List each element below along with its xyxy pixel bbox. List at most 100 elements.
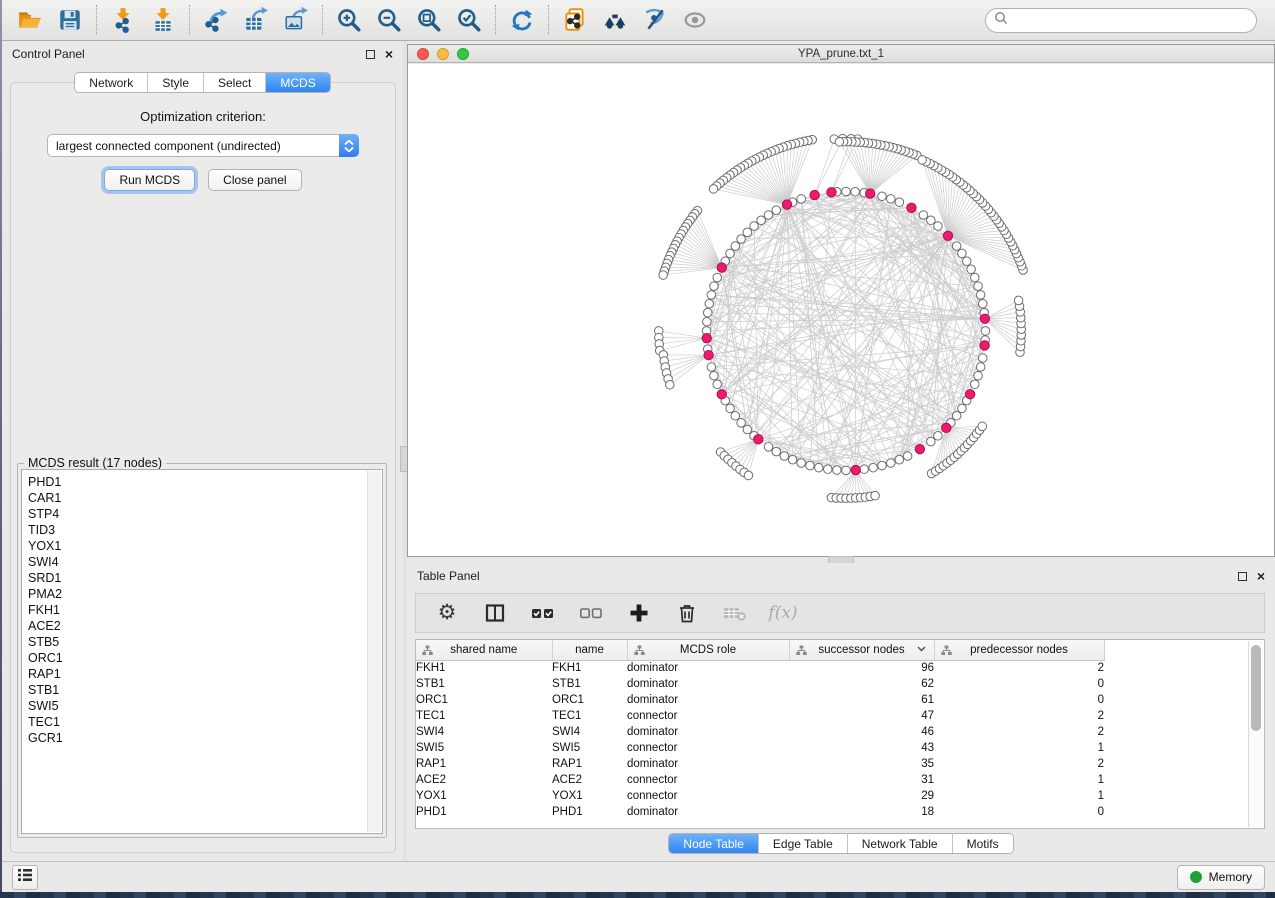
optimization-criterion-select[interactable]: largest connected component (undirected)	[47, 134, 359, 157]
task-history-button[interactable]	[12, 865, 38, 890]
tab-select[interactable]: Select	[203, 73, 265, 92]
show-graphics-details-icon	[682, 7, 708, 33]
mcds-result-item[interactable]: SRD1	[28, 570, 382, 586]
table-row[interactable]: FKH1FKH1dominator962	[416, 660, 1105, 676]
cell-MCDS-role: dominator	[627, 676, 789, 692]
close-panel-button[interactable]: Close panel	[208, 169, 301, 191]
zoom-in-button[interactable]	[329, 3, 369, 37]
mcds-result-item[interactable]: TEC1	[28, 714, 382, 730]
export-network-to-web-button[interactable]	[555, 3, 595, 37]
close-table-panel-icon[interactable]: ×	[1257, 571, 1265, 581]
mcds-result-item[interactable]: YOX1	[28, 538, 382, 554]
show-graphics-details-button[interactable]	[675, 3, 715, 37]
mcds-result-item[interactable]: SWI4	[28, 554, 382, 570]
cell-name: RAP1	[552, 756, 627, 772]
delete-row-icon[interactable]	[674, 600, 700, 626]
delete-table-icon	[722, 600, 748, 626]
export-table-button[interactable]	[236, 3, 276, 37]
column-header-shared-name[interactable]: shared name	[416, 640, 552, 660]
memory-button[interactable]: Memory	[1177, 865, 1265, 890]
network-canvas[interactable]	[408, 64, 1274, 556]
attribute-icon	[941, 645, 952, 656]
table-tabs: Node TableEdge TableNetwork TableMotifs	[407, 833, 1275, 854]
float-panel-icon[interactable]	[366, 50, 375, 59]
cell-shared-name: TEC1	[416, 708, 552, 724]
save-session-button[interactable]	[50, 3, 90, 37]
search-field[interactable]	[985, 8, 1257, 33]
mcds-result-item[interactable]: FKH1	[28, 602, 382, 618]
mcds-result-list[interactable]: PHD1CAR1STP4TID3YOX1SWI4SRD1PMA2FKH1ACE2…	[21, 469, 383, 834]
table-panel: Table Panel × ⚙f(x) shared namenameMCDS …	[407, 563, 1275, 861]
import-table-button[interactable]	[143, 3, 183, 37]
tab-network[interactable]: Network	[75, 73, 147, 92]
export-network-button[interactable]	[196, 3, 236, 37]
mcds-result-item[interactable]: PHD1	[28, 474, 382, 490]
add-row-icon[interactable]	[626, 600, 652, 626]
tab-motifs[interactable]: Motifs	[952, 834, 1013, 853]
tab-style[interactable]: Style	[147, 73, 203, 92]
table-row[interactable]: RAP1RAP1dominator352	[416, 756, 1105, 772]
mcds-result-item[interactable]: RAP1	[28, 666, 382, 682]
zoom-fit-button[interactable]	[409, 3, 449, 37]
node-table[interactable]: shared namenameMCDS rolesuccessor nodesp…	[415, 639, 1265, 829]
close-window-icon[interactable]	[417, 48, 429, 60]
minimize-window-icon[interactable]	[437, 48, 449, 60]
deselect-all-icon[interactable]	[578, 600, 604, 626]
mcds-result-group: MCDS result (17 nodes) PHD1CAR1STP4TID3Y…	[17, 463, 387, 838]
table-row[interactable]: SWI4SWI4dominator462	[416, 724, 1105, 740]
export-image-button[interactable]	[276, 3, 316, 37]
table-scrollbar[interactable]	[1248, 641, 1263, 827]
column-header-MCDS-role[interactable]: MCDS role	[627, 640, 789, 660]
table-panel-title: Table Panel	[417, 569, 480, 583]
column-header-name[interactable]: name	[552, 640, 627, 660]
table-row[interactable]: STB1STB1dominator620	[416, 676, 1105, 692]
mcds-result-item[interactable]: STB5	[28, 634, 382, 650]
open-session-button[interactable]	[10, 3, 50, 37]
mcds-result-item[interactable]: CAR1	[28, 490, 382, 506]
search-input[interactable]	[1008, 10, 1256, 30]
import-table-icon	[150, 7, 176, 33]
maximize-window-icon[interactable]	[457, 48, 469, 60]
tab-node-table[interactable]: Node Table	[669, 834, 758, 853]
mcds-result-item[interactable]: SWI5	[28, 698, 382, 714]
mcds-result-item[interactable]: TID3	[28, 522, 382, 538]
zoom-selected-button[interactable]	[449, 3, 489, 37]
column-header-predecessor-nodes[interactable]: predecessor nodes	[934, 640, 1104, 660]
mcds-result-item[interactable]: PMA2	[28, 586, 382, 602]
cell-successor-nodes: 61	[789, 692, 934, 708]
table-row[interactable]: ORC1ORC1dominator610	[416, 692, 1105, 708]
cell-shared-name: SWI5	[416, 740, 552, 756]
run-mcds-button[interactable]: Run MCDS	[104, 169, 195, 191]
network-view-titlebar[interactable]: YPA_prune.txt_1	[408, 45, 1274, 63]
mcds-result-item[interactable]: STB1	[28, 682, 382, 698]
column-selector-icon[interactable]	[482, 600, 508, 626]
select-all-icon[interactable]	[530, 600, 556, 626]
mcds-result-item[interactable]: ORC1	[28, 650, 382, 666]
tab-mcds[interactable]: MCDS	[265, 73, 329, 92]
table-row[interactable]: TEC1TEC1connector472	[416, 708, 1105, 724]
mcds-result-item[interactable]: GCR1	[28, 730, 382, 746]
tab-network-table[interactable]: Network Table	[847, 834, 952, 853]
table-row[interactable]: YOX1YOX1connector291	[416, 788, 1105, 804]
network-graph[interactable]	[408, 64, 1274, 556]
close-panel-icon[interactable]: ×	[385, 49, 393, 59]
settings-icon[interactable]: ⚙	[434, 600, 460, 626]
mcds-result-item[interactable]: ACE2	[28, 618, 382, 634]
table-row[interactable]: SWI5SWI5connector431	[416, 740, 1105, 756]
select-stepper-icon	[339, 134, 359, 157]
mcds-result-item[interactable]: STP4	[28, 506, 382, 522]
hide-graphics-details-button[interactable]	[635, 3, 675, 37]
column-header-successor-nodes[interactable]: successor nodes	[789, 640, 934, 660]
table-row[interactable]: ACE2ACE2connector311	[416, 772, 1105, 788]
float-table-panel-icon[interactable]	[1238, 572, 1247, 581]
table-panel-titlebar: Table Panel ×	[407, 563, 1275, 589]
import-network-button[interactable]	[103, 3, 143, 37]
cell-MCDS-role: dominator	[627, 660, 789, 676]
refresh-button[interactable]	[502, 3, 542, 37]
mcds-list-scrollbar[interactable]	[367, 471, 381, 832]
tab-edge-table[interactable]: Edge Table	[758, 834, 847, 853]
zoom-out-button[interactable]	[369, 3, 409, 37]
table-row[interactable]: PHD1PHD1dominator180	[416, 804, 1105, 820]
find-button[interactable]	[595, 3, 635, 37]
table-scrollbar-thumb[interactable]	[1251, 645, 1261, 731]
